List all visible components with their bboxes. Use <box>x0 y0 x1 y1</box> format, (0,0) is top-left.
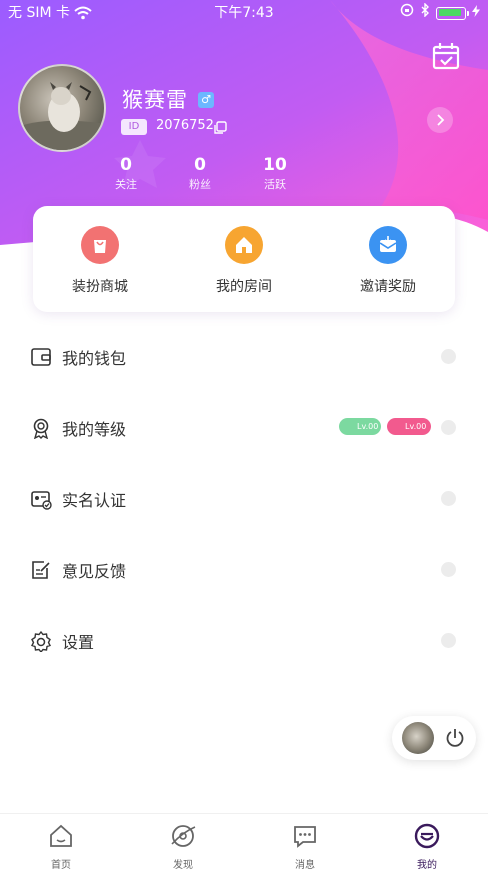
avatar-photo <box>20 82 104 150</box>
id-card-icon <box>31 491 52 510</box>
quick-action-label: 装扮商城 <box>72 279 128 295</box>
tab-home[interactable]: 首页 <box>21 822 101 871</box>
tab-label: 首页 <box>51 860 71 871</box>
username: 猴赛雷 <box>122 88 188 112</box>
menu-item-feedback[interactable]: 意见反馈 <box>0 541 488 597</box>
menu-item-label: 设置 <box>62 633 95 652</box>
settings-icon <box>31 630 51 652</box>
room-thumbnail[interactable] <box>402 722 434 754</box>
tab-discover[interactable]: 发现 <box>143 822 223 871</box>
bottom-tab-bar: 首页 发现 消息 我的 <box>0 814 488 874</box>
stat-value: 0 <box>194 155 206 175</box>
quick-action-room[interactable]: 我的房间 <box>179 226 309 296</box>
copy-icon[interactable] <box>213 120 227 134</box>
charging-icon <box>472 0 480 26</box>
avatar[interactable] <box>18 64 106 152</box>
profile-detail-button[interactable] <box>427 107 453 133</box>
quick-action-label: 我的房间 <box>216 279 272 295</box>
lock-rotation-icon <box>400 0 414 26</box>
wealth-level-badge: Lv.00 <box>339 418 381 435</box>
tab-label: 发现 <box>173 860 193 871</box>
stat-label: 粉丝 <box>189 178 211 191</box>
envelope-icon <box>369 226 407 264</box>
chevron-right-icon <box>441 491 456 506</box>
chevron-right-icon <box>441 349 456 364</box>
power-icon[interactable] <box>444 727 466 749</box>
gender-male-icon: ♂ <box>198 92 214 108</box>
checkin-calendar-button[interactable] <box>430 40 462 72</box>
stat-value: 10 <box>263 155 287 175</box>
medal-icon <box>33 418 49 439</box>
chevron-right-icon <box>441 633 456 648</box>
status-icons <box>400 0 480 26</box>
tab-messages[interactable]: 消息 <box>265 822 345 871</box>
quick-action-label: 邀请奖励 <box>360 279 416 295</box>
home-icon <box>225 226 263 264</box>
menu-item-label: 我的钱包 <box>62 349 127 368</box>
quick-action-invite[interactable]: 邀请奖励 <box>323 226 453 296</box>
wallet-icon <box>31 348 51 366</box>
menu-item-level[interactable]: 我的等级 Lv.00 Lv.00 <box>0 399 488 455</box>
stat-following[interactable]: 0 关注 <box>96 154 156 194</box>
profile-tab-icon <box>414 823 440 849</box>
home-tab-icon <box>50 824 72 847</box>
wifi-icon <box>74 5 92 24</box>
menu-item-label: 实名认证 <box>62 491 127 510</box>
chevron-right-icon <box>441 562 456 577</box>
chevron-right-icon <box>437 114 445 126</box>
menu-item-label: 意见反馈 <box>62 562 127 581</box>
menu-item-verify[interactable]: 实名认证 <box>0 470 488 526</box>
quick-action-shop[interactable]: 装扮商城 <box>35 226 165 296</box>
stat-label: 活跃 <box>264 178 286 191</box>
user-id: 2076752 <box>156 118 214 133</box>
stat-active[interactable]: 10 活跃 <box>245 154 305 194</box>
charm-level-badge: Lv.00 <box>387 418 431 435</box>
feedback-icon <box>32 561 50 579</box>
tab-label: 我的 <box>417 860 437 871</box>
id-badge: ID <box>121 119 147 135</box>
shopping-bag-icon <box>81 226 119 264</box>
bluetooth-icon <box>420 0 430 26</box>
floating-room-widget[interactable] <box>392 716 476 760</box>
quick-actions-card: 装扮商城 我的房间 邀请奖励 <box>33 206 455 312</box>
stat-fans[interactable]: 0 粉丝 <box>170 154 230 194</box>
message-icon <box>294 826 316 848</box>
tab-mine[interactable]: 我的 <box>387 822 467 871</box>
stat-value: 0 <box>120 155 132 175</box>
discover-icon <box>171 825 196 847</box>
battery-icon <box>436 6 469 20</box>
menu-item-wallet[interactable]: 我的钱包 <box>0 328 488 384</box>
calendar-check-icon <box>432 43 460 70</box>
stat-label: 关注 <box>115 178 137 191</box>
menu-item-label: 我的等级 <box>62 420 127 439</box>
chevron-right-icon <box>441 420 456 435</box>
tab-label: 消息 <box>295 860 315 871</box>
menu-item-settings[interactable]: 设置 <box>0 612 488 668</box>
